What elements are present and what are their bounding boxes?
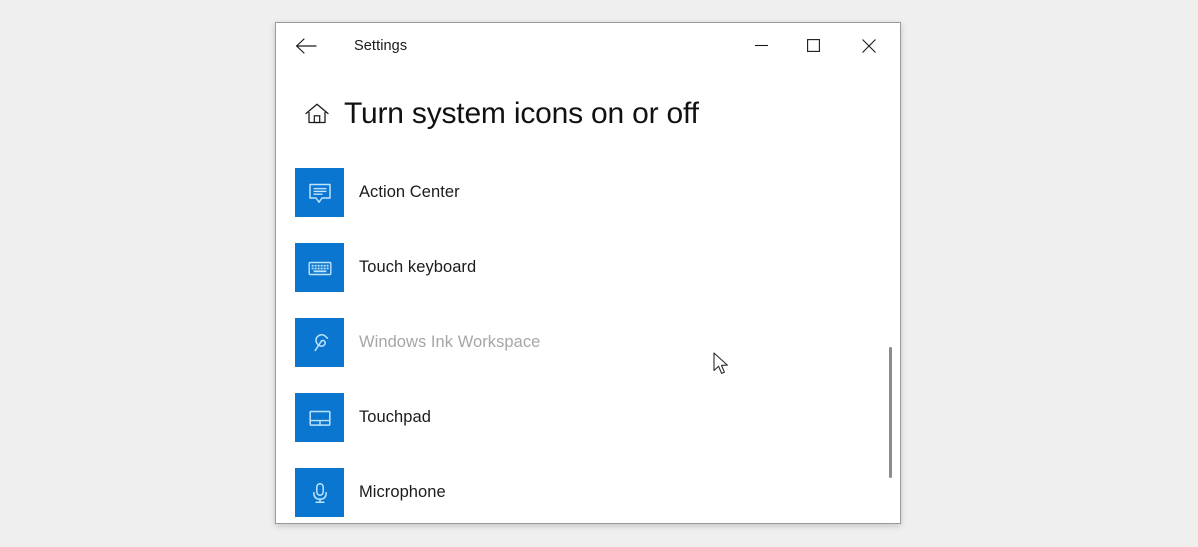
settings-window: Settings Turn system icons on or off Act…: [275, 22, 901, 524]
home-glyph-icon: [305, 103, 329, 124]
back-arrow-icon: [296, 38, 317, 54]
microphone-icon: [295, 468, 344, 517]
maximize-button[interactable]: [790, 23, 836, 68]
minimize-icon: [754, 44, 768, 47]
list-item: Microphone On: [295, 455, 900, 523]
close-button[interactable]: [846, 23, 892, 68]
action-center-icon: [295, 168, 344, 217]
touchpad-icon: [295, 393, 344, 442]
list-item: Touch keyboard Off: [295, 230, 900, 305]
list-item: Touchpad Off: [295, 380, 900, 455]
list-item: Windows Ink Workspace Off: [295, 305, 900, 380]
windows-ink-workspace-icon: [295, 318, 344, 367]
list-item-label: Microphone: [359, 483, 446, 501]
list-item: Action Center On: [295, 155, 900, 230]
system-icons-list: Action Center On: [295, 155, 900, 523]
vertical-scrollbar[interactable]: [883, 83, 895, 517]
list-item-label: Touchpad: [359, 408, 431, 426]
title-bar: Settings: [276, 23, 900, 69]
page-header: Turn system icons on or off: [300, 97, 699, 131]
minimize-button[interactable]: [738, 23, 784, 68]
touch-keyboard-icon: [295, 243, 344, 292]
maximize-icon: [806, 39, 820, 52]
list-item-label: Touch keyboard: [359, 258, 477, 276]
back-button[interactable]: [284, 27, 328, 65]
close-icon: [862, 38, 876, 53]
scrollbar-thumb[interactable]: [889, 347, 892, 478]
window-title: Settings: [354, 38, 408, 54]
list-item-label: Action Center: [359, 183, 460, 201]
list-item-label: Windows Ink Workspace: [359, 333, 541, 351]
home-icon[interactable]: [300, 97, 334, 131]
page-title: Turn system icons on or off: [344, 97, 699, 130]
